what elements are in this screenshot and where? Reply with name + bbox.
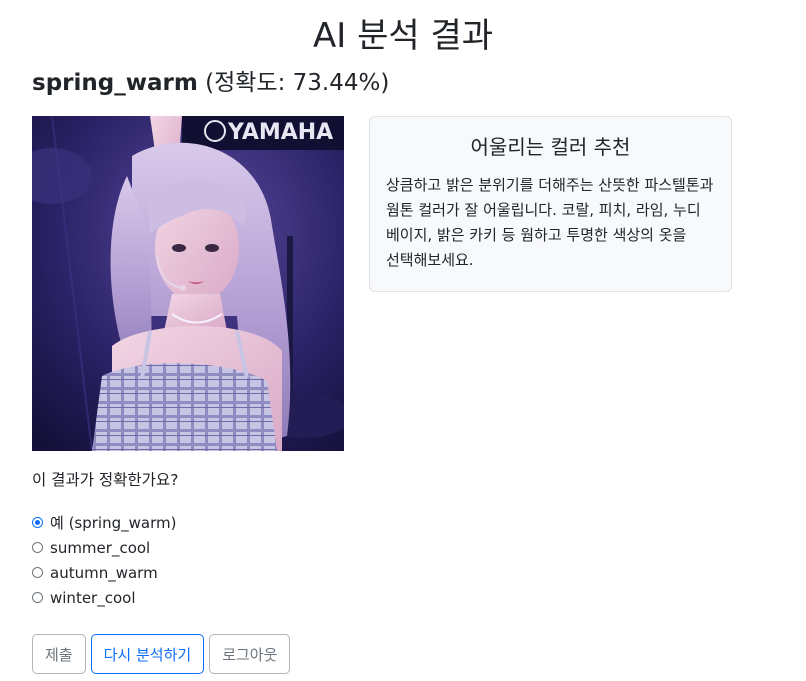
option-label: 예 (spring_warm) [50,514,177,532]
option-label: summer_cool [50,538,151,557]
page-title: AI 분석 결과 [312,16,494,56]
accuracy-text: (정확도: 73.44%) [205,70,390,96]
result-heading: spring_warm (정확도: 73.44%) [32,66,389,100]
photo-illustration: YAMAHA [32,116,344,451]
radio-unchecked-icon[interactable] [32,592,43,603]
option-autumn-warm[interactable]: autumn_warm [32,560,176,585]
radio-checked-icon[interactable] [32,517,43,528]
reanalyze-button[interactable]: 다시 분석하기 [90,634,205,674]
recommendation-text: 상큼하고 밝은 분위기를 더해주는 산뜻한 파스텔톤과 웜톤 컬러가 잘 어울립… [386,176,714,269]
feedback-options: 예 (spring_warm) summer_cool autumn_warm … [32,510,176,610]
action-buttons: 제출 다시 분석하기 로그아웃 [32,634,291,674]
option-label: autumn_warm [50,563,158,582]
radio-unchecked-icon[interactable] [32,542,43,553]
season-result: spring_warm [32,70,198,96]
option-summer-cool[interactable]: summer_cool [32,535,176,560]
logout-button[interactable]: 로그아웃 [209,634,291,674]
recommendation-card: 어울리는 컬러 추천 상큼하고 밝은 분위기를 더해주는 산뜻한 파스텔톤과 웜… [369,116,732,292]
option-label: winter_cool [50,588,136,607]
option-winter-cool[interactable]: winter_cool [32,585,176,610]
uploaded-photo: YAMAHA [32,116,344,451]
recommendation-title: 어울리는 컬러 추천 [470,135,631,159]
option-spring-warm[interactable]: 예 (spring_warm) [32,510,176,535]
backdrop-brand-text: YAMAHA [227,120,333,145]
radio-unchecked-icon[interactable] [32,567,43,578]
feedback-question: 이 결과가 정확한가요? [32,471,179,489]
submit-button[interactable]: 제출 [32,634,86,674]
